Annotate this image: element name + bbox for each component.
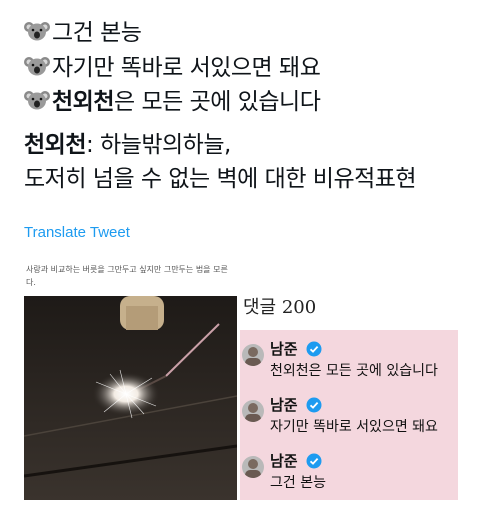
definition-text-2: 도저히 넘을 수 없는 벽에 대한 비유적표현 [24,166,417,192]
koala-emoji-icon [24,91,50,110]
sparkler-photo-image [24,296,237,500]
tweet-line-2-text: 자기만 똑바로 서있으면 돼요 [52,55,321,81]
comments-count: 댓글 200 [243,297,317,318]
tweet-photo[interactable] [24,296,237,500]
translate-tweet-link[interactable]: Translate Tweet [24,224,130,241]
image-caption: 사랑과 비교하는 버릇을 그만두고 싶지만 그만두는 법을 모른다. [26,265,228,287]
verified-badge-icon [306,453,322,469]
koala-emoji-icon [24,22,50,41]
comment-author: 남준 [270,340,298,358]
tweet-line-1-text: 그건 본능 [52,20,142,46]
comment-text: 자기만 똑바로 서있으면 돼요 [270,419,438,435]
comments-panel: 남준 천외천은 모든 곳에 있습니다 남준 자기만 똑바로 서있으면 돼요 남준… [240,330,458,500]
verified-badge-icon [306,341,322,357]
definition-text-1: : 하늘밖의하늘, [85,132,231,158]
comment-author: 남준 [270,396,298,414]
koala-emoji-icon [24,57,50,76]
definition-term: 천외천 [24,132,86,158]
tweet-line-1: 그건 본능 [24,18,142,48]
avatar [242,456,264,478]
comment-text: 천외천은 모든 곳에 있습니다 [270,363,438,379]
verified-badge-icon [306,397,322,413]
comment-text: 그건 본능 [270,475,326,491]
avatar [242,344,264,366]
tweet-line-3-text: 은 모든 곳에 있습니다 [113,89,321,115]
definition-line-2: 도저히 넘을 수 없는 벽에 대한 비유적표현 [24,164,417,194]
comment-author: 남준 [270,452,298,470]
definition-line-1: 천외천: 하늘밖의하늘, [24,130,231,160]
tweet-line-3-bold: 천외천 [52,89,114,115]
tweet-line-3: 천외천은 모든 곳에 있습니다 [24,87,321,117]
avatar [242,400,264,422]
tweet-line-2: 자기만 똑바로 서있으면 돼요 [24,53,321,83]
